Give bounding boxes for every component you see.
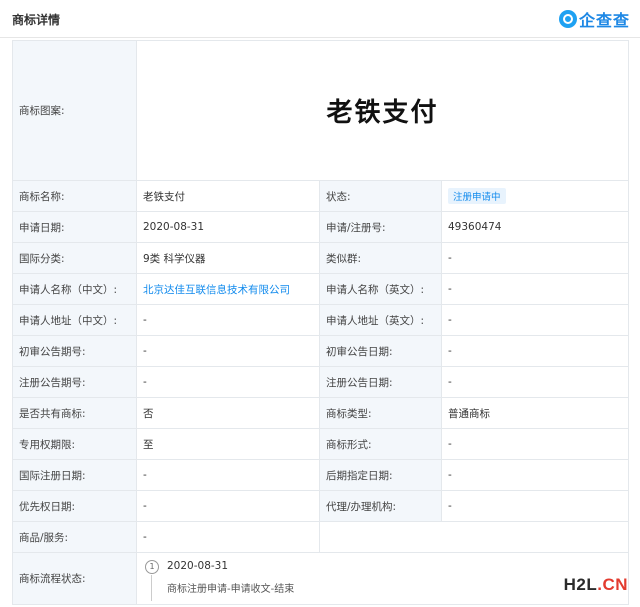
- page-title: 商标详情: [12, 13, 61, 27]
- table-row: 注册公告期号: - 注册公告日期: -: [12, 366, 629, 398]
- applicant-address-en-value: -: [441, 304, 629, 336]
- timeline-line: [151, 574, 152, 601]
- trademark-detail-table: 商标图案: 老铁支付 商标名称: 老铁支付 状态: 注册申请中 申请日期: 20…: [12, 40, 629, 605]
- shared-mark-label: 是否共有商标:: [12, 397, 137, 429]
- agency-label: 代理/办理机构:: [319, 490, 442, 522]
- prelim-date-label: 初审公告日期:: [319, 335, 442, 367]
- table-row: 国际分类: 9类 科学仪器 类似群: -: [12, 242, 629, 274]
- table-row: 商标名称: 老铁支付 状态: 注册申请中: [12, 180, 629, 212]
- exclusive-period-label: 专用权期限:: [12, 428, 137, 460]
- exclusive-period-value: 至: [136, 428, 320, 460]
- goods-services-label: 商品/服务:: [12, 521, 137, 553]
- flow-step-date: 2020-08-31: [167, 559, 229, 572]
- flow-step: 1 2020-08-31 商标注册申请-申请收文-结束: [138, 554, 628, 604]
- later-designation-value: -: [441, 459, 629, 491]
- qichacha-logo-icon: [558, 10, 577, 28]
- status-label: 状态:: [319, 180, 442, 212]
- trademark-image: 老铁支付: [136, 40, 629, 181]
- reg-date-value: -: [441, 366, 629, 398]
- intl-reg-date-value: -: [136, 459, 320, 491]
- applicant-address-cn-value: -: [136, 304, 320, 336]
- prelim-issue-label: 初审公告期号:: [12, 335, 137, 367]
- goods-services-row: 商品/服务: -: [12, 521, 629, 553]
- status-badge: 注册申请中: [448, 188, 506, 204]
- applicant-name-en-value: -: [441, 273, 629, 305]
- step-number-badge: 1: [145, 559, 159, 574]
- intl-class-label: 国际分类:: [12, 242, 137, 274]
- flow-timeline: 1 2020-08-31 商标注册申请-申请收文-结束: [136, 552, 629, 605]
- brand-name: 企查查: [578, 11, 630, 30]
- reg-issue-label: 注册公告期号:: [12, 366, 137, 398]
- empty-cell: [319, 521, 629, 553]
- applicant-name-cn-link[interactable]: 北京达佳互联信息技术有限公司: [136, 273, 320, 305]
- flow-status-row: 商标流程状态: 1 2020-08-31 商标注册申请-申请收文-结束: [12, 552, 629, 605]
- trademark-image-label: 商标图案:: [12, 40, 137, 181]
- intl-class-value: 9类 科学仪器: [136, 242, 320, 274]
- page-header: 商标详情 企查查: [0, 0, 640, 38]
- applicant-address-cn-label: 申请人地址（中文）:: [12, 304, 137, 336]
- watermark-part-2: .CN: [597, 575, 628, 594]
- table-row: 是否共有商标: 否 商标类型: 普通商标: [12, 397, 629, 429]
- reg-issue-value: -: [136, 366, 320, 398]
- priority-date-value: -: [136, 490, 320, 522]
- applicant-address-en-label: 申请人地址（英文）:: [319, 304, 442, 336]
- mark-type-value: 普通商标: [441, 397, 629, 429]
- mark-form-label: 商标形式:: [319, 428, 442, 460]
- similar-group-value: -: [441, 242, 629, 274]
- mark-type-label: 商标类型:: [319, 397, 442, 429]
- reg-number-value: 49360474: [441, 211, 629, 243]
- priority-date-label: 优先权日期:: [12, 490, 137, 522]
- goods-services-value: -: [136, 521, 320, 553]
- prelim-issue-value: -: [136, 335, 320, 367]
- brand-logo[interactable]: 企查查: [558, 7, 630, 31]
- table-row: 申请人地址（中文）: - 申请人地址（英文）: -: [12, 304, 629, 336]
- table-row: 申请日期: 2020-08-31 申请/注册号: 49360474: [12, 211, 629, 243]
- trademark-name-value: 老铁支付: [136, 180, 320, 212]
- trademark-image-text: 老铁支付: [326, 98, 439, 128]
- intl-reg-date-label: 国际注册日期:: [12, 459, 137, 491]
- trademark-image-row: 商标图案: 老铁支付: [12, 40, 629, 181]
- applicant-name-cn-label: 申请人名称（中文）:: [12, 273, 137, 305]
- reg-number-label: 申请/注册号:: [319, 211, 442, 243]
- shared-mark-value: 否: [136, 397, 320, 429]
- reg-date-label: 注册公告日期:: [319, 366, 442, 398]
- table-row: 申请人名称（中文）: 北京达佳互联信息技术有限公司 申请人名称（英文）: -: [12, 273, 629, 305]
- watermark-part-1: H2L: [563, 575, 598, 594]
- later-designation-label: 后期指定日期:: [319, 459, 442, 491]
- table-row: 初审公告期号: - 初审公告日期: -: [12, 335, 629, 367]
- site-watermark: H2L.CN: [564, 575, 628, 595]
- agency-value: -: [441, 490, 629, 522]
- flow-status-label: 商标流程状态:: [12, 552, 137, 605]
- applicant-name-en-label: 申请人名称（英文）:: [319, 273, 442, 305]
- prelim-date-value: -: [441, 335, 629, 367]
- table-row: 专用权期限: 至 商标形式: -: [12, 428, 629, 460]
- trademark-name-label: 商标名称:: [12, 180, 137, 212]
- mark-form-value: -: [441, 428, 629, 460]
- flow-step-description: 商标注册申请-申请收文-结束: [167, 583, 295, 595]
- table-row: 国际注册日期: - 后期指定日期: -: [12, 459, 629, 491]
- table-row: 优先权日期: - 代理/办理机构: -: [12, 490, 629, 522]
- apply-date-label: 申请日期:: [12, 211, 137, 243]
- apply-date-value: 2020-08-31: [136, 211, 320, 243]
- similar-group-label: 类似群:: [319, 242, 442, 274]
